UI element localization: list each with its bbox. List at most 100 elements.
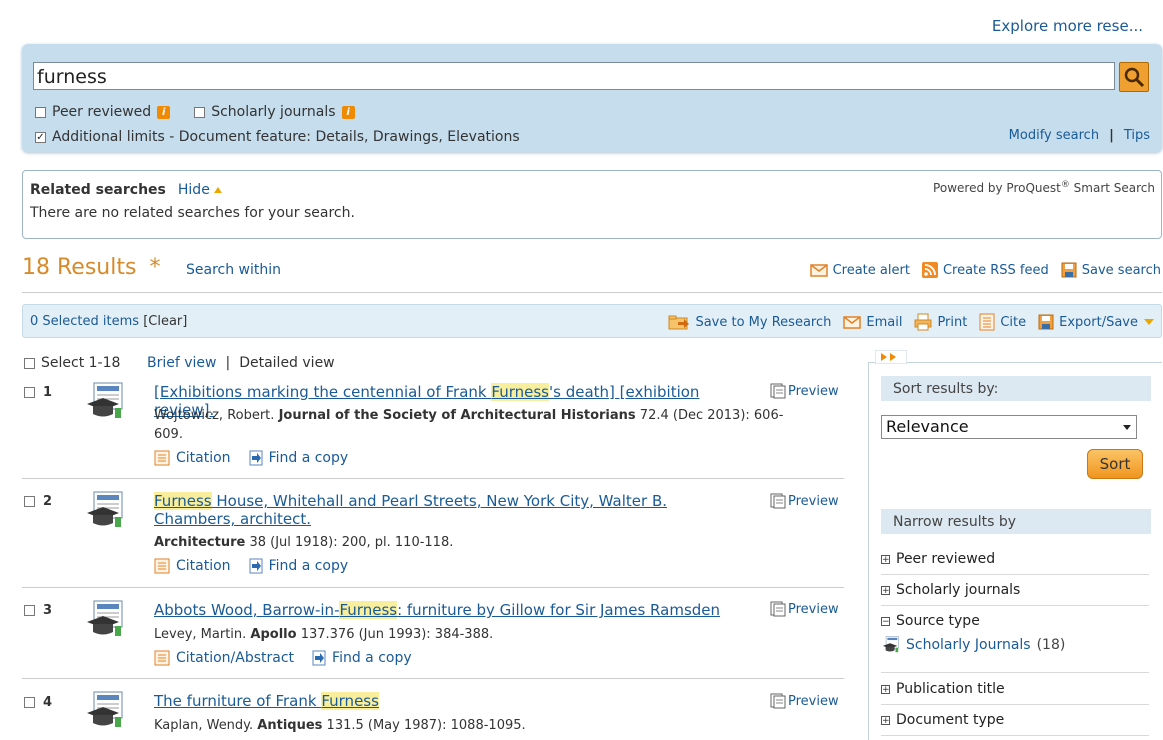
preview-link[interactable]: Preview: [770, 383, 839, 399]
clear-link[interactable]: [Clear]: [143, 314, 187, 329]
related-searches-panel: Related searches Hide Powered by ProQues…: [22, 170, 1162, 239]
cite-button[interactable]: Cite: [979, 313, 1026, 331]
result-divider: [22, 478, 844, 479]
preview-label: Preview: [788, 493, 839, 509]
rss-icon: [921, 262, 938, 278]
save-to-my-research-label: Save to My Research: [695, 314, 832, 330]
save-to-my-research-button[interactable]: Save to My Research: [668, 313, 831, 331]
preview-link[interactable]: Preview: [770, 493, 839, 509]
find-a-copy-label: Find a copy: [268, 558, 349, 574]
result-checkbox[interactable]: [24, 496, 35, 507]
powered-by: Powered by ProQuest: [933, 181, 1061, 195]
result-title-link[interactable]: Abbots Wood, Barrow-in-Furness: furnitur…: [154, 601, 754, 619]
search-button[interactable]: [1119, 62, 1149, 92]
floppy-icon: [1038, 314, 1054, 330]
facet-source-type-header[interactable]: − Source type: [881, 606, 1149, 636]
result-links: Citation Find a copy: [154, 558, 348, 574]
result-details: 131.5 (May 1987): 1088-1095.: [326, 718, 526, 733]
create-rss-label: Create RSS feed: [942, 262, 1049, 278]
create-alert-label: Create alert: [832, 262, 910, 278]
result-checkbox[interactable]: [24, 605, 35, 616]
sort-select[interactable]: Relevance: [881, 415, 1137, 439]
collapse-arrows-icon[interactable]: [875, 350, 907, 364]
facet-scholarly-journals[interactable]: + Scholarly journals: [881, 575, 1149, 606]
preview-label: Preview: [788, 383, 839, 399]
narrow-heading: Narrow results by: [881, 508, 1151, 534]
sort-button[interactable]: Sort: [1087, 449, 1143, 479]
facet-publication-title[interactable]: + Publication title: [881, 674, 1149, 705]
envelope-icon: [843, 316, 862, 329]
preview-icon: [770, 383, 786, 399]
facet-source-type: − Source type Scholarly Journals (18): [881, 606, 1149, 673]
result-links: Citation/Abstract Find a copy: [154, 650, 412, 666]
save-search-label: Save search: [1081, 262, 1161, 278]
divider: [22, 292, 1162, 293]
result-citation-meta: Levey, Martin. Apollo 137.376 (Jun 1993)…: [154, 625, 794, 644]
result-author: Levey, Martin.: [154, 627, 247, 642]
print-button[interactable]: Print: [914, 313, 967, 331]
results-asterisk: *: [149, 255, 161, 280]
brief-view-link[interactable]: Brief view: [147, 355, 216, 371]
separator: |: [1109, 128, 1114, 143]
create-rss-button[interactable]: Create RSS feed: [921, 262, 1049, 278]
result-citation-meta: Architecture 38 (Jul 1918): 200, pl. 110…: [154, 533, 794, 552]
save-search-button[interactable]: Save search: [1061, 262, 1161, 278]
find-a-copy-link[interactable]: Find a copy: [249, 558, 349, 574]
preview-label: Preview: [788, 693, 839, 709]
info-icon[interactable]: i: [341, 105, 355, 119]
preview-link[interactable]: Preview: [770, 693, 839, 709]
search-input[interactable]: furness: [33, 62, 1115, 90]
result-source: Apollo: [250, 627, 297, 642]
magnifier-icon: [1124, 67, 1145, 88]
hide-link[interactable]: Hide: [178, 182, 223, 198]
print-label: Print: [937, 314, 968, 330]
result-citation-meta: Wojtowicz, Robert. Journal of the Societ…: [154, 406, 794, 444]
result-number: 3: [43, 603, 53, 618]
citation-abstract-link[interactable]: Citation/Abstract: [154, 650, 294, 666]
create-alert-button[interactable]: Create alert: [809, 262, 910, 278]
expand-icon: +: [881, 585, 890, 596]
result-title-link[interactable]: The furniture of Frank Furness: [154, 692, 754, 710]
sort-heading: Sort results by:: [881, 375, 1151, 401]
result-title-link[interactable]: Furness House, Whitehall and Pearl Stree…: [154, 492, 744, 528]
source-type-link[interactable]: Scholarly Journals: [906, 637, 1031, 653]
result-checkbox[interactable]: [24, 697, 35, 708]
scholarly-journals-checkbox[interactable]: [194, 106, 206, 118]
tips-link[interactable]: Tips: [1124, 128, 1150, 143]
facet-label: Peer reviewed: [896, 551, 996, 567]
title-part: The furniture of Frank: [154, 692, 322, 710]
facet-peer-reviewed[interactable]: + Peer reviewed: [881, 544, 1149, 575]
folder-arrow-icon: [668, 315, 690, 330]
title-part: Abbots Wood, Barrow-in-: [154, 601, 340, 619]
result-details: 137.376 (Jun 1993): 384-388.: [300, 627, 494, 642]
select-all-checkbox[interactable]: [24, 357, 35, 369]
export-save-button[interactable]: Export/Save: [1038, 313, 1155, 331]
explore-more-link[interactable]: Explore more rese...: [992, 17, 1143, 35]
expand-icon: +: [881, 715, 890, 726]
preview-icon: [770, 493, 786, 509]
additional-limits-checkbox[interactable]: ✓: [35, 131, 46, 143]
title-part: : furniture by Gillow for Sir James Rams…: [397, 601, 721, 619]
citation-link[interactable]: Citation: [154, 450, 231, 466]
modify-search-link[interactable]: Modify search: [1009, 128, 1099, 143]
find-a-copy-link[interactable]: Find a copy: [249, 450, 348, 466]
selected-items-link[interactable]: 0 Selected items: [30, 314, 139, 329]
source-type-count: (18): [1036, 637, 1066, 653]
citation-link[interactable]: Citation: [154, 558, 231, 574]
export-save-label: Export/Save: [1059, 314, 1138, 330]
peer-reviewed-checkbox[interactable]: [35, 106, 46, 118]
email-label: Email: [866, 314, 903, 330]
arrow-doc-icon: [312, 650, 326, 666]
smart-search-label: Smart Search: [1069, 181, 1155, 195]
search-within-link[interactable]: Search within: [186, 262, 281, 278]
info-icon[interactable]: i: [157, 105, 171, 119]
chevron-down-icon: [1144, 319, 1154, 325]
source-type-item[interactable]: Scholarly Journals (18): [881, 636, 1149, 654]
selection-bar: 0 Selected items [Clear] Save to My Rese…: [22, 304, 1162, 338]
result-checkbox[interactable]: [24, 387, 35, 398]
facet-document-type[interactable]: + Document type: [881, 705, 1149, 736]
email-button[interactable]: Email: [843, 313, 902, 331]
preview-link[interactable]: Preview: [770, 601, 839, 617]
scholarly-journals-label: Scholarly journals: [211, 104, 336, 120]
find-a-copy-link[interactable]: Find a copy: [312, 650, 412, 666]
